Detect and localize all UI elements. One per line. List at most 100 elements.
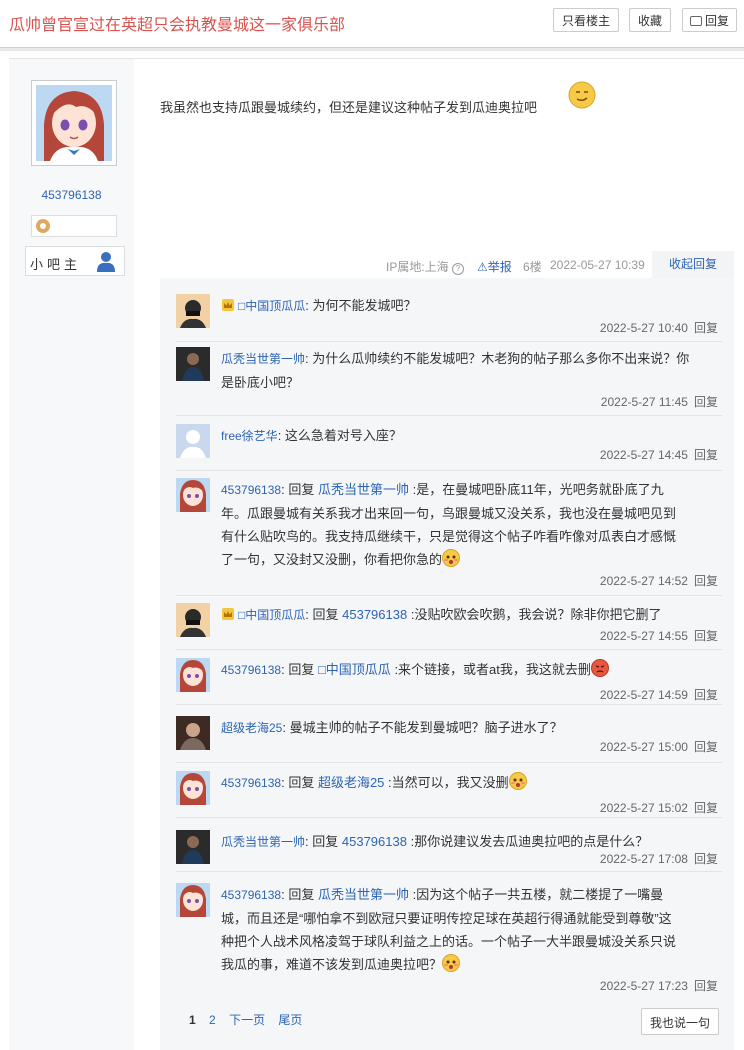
list-item: □中国顶瓜瓜: 回复 453796138 :没贴吹欧会吹鹅，我会说？除非你把它删… [176,603,722,649]
comment-username[interactable]: □中国顶瓜瓜 [238,608,305,622]
comment-username[interactable]: 453796138 [221,776,281,790]
reply-target[interactable]: 瓜秃当世第一帅 [318,482,409,497]
reply-target[interactable]: 瓜秃当世第一帅 [318,887,409,902]
reply-target[interactable]: 453796138 [342,834,407,849]
help-icon[interactable]: ? [452,263,465,275]
next-page-link[interactable]: 下一页 [229,1013,265,1027]
comment-text: 这么急着对号入座？ [284,428,402,443]
last-page-link[interactable]: 尾页 [278,1013,302,1027]
comment-body: 瓜秃当世第一帅: 为什么瓜帅续约不能发城吧？木老狗的帖子那么多你不出来说？你 是… [221,351,690,390]
comment-username[interactable]: 瓜秃当世第一帅 [221,352,305,366]
comment-username[interactable]: 453796138 [221,483,281,497]
comment-username[interactable]: 超级老海25 [221,721,282,735]
divider [176,649,722,650]
list-item: 453796138: 回复 瓜秃当世第一帅 :因为这个帖子一共五楼，就二楼提了一… [176,883,722,995]
collapse-replies-button[interactable]: 收起回复 [652,251,734,278]
comment-meta: 2022-5-27 10:40 回复 [600,319,718,336]
comment-text: 为何不能发城吧？ [312,298,417,313]
divider [176,762,722,763]
comment-reply-link[interactable]: 回复 [694,574,718,588]
comment-text: 年。瓜跟曼城有关系我才出来回一句，鸟跟曼城又没关系，我也没在曼城吧见到 [221,506,677,521]
comment-icon [689,16,702,26]
favorite-button[interactable]: 收藏 [629,8,671,32]
reply-target[interactable]: □中国顶瓜瓜 [318,662,391,677]
page-1[interactable]: 1 [189,1013,196,1027]
reply-word: 回复 [288,482,315,497]
comment-username[interactable]: 453796138 [221,888,281,902]
comment-reply-link[interactable]: 回复 [694,688,718,702]
avatar[interactable] [176,883,210,917]
comment-meta: 2022-5-27 14:45 回复 [600,446,718,463]
comment-reply-link[interactable]: 回复 [694,448,718,462]
comment-time: 2022-5-27 17:08 [599,852,688,866]
avatar[interactable] [176,294,210,328]
crown-icon [221,296,235,311]
divider [176,415,722,416]
avatar[interactable] [176,716,210,750]
comment-username[interactable]: free徐艺华 [221,429,278,443]
avatar[interactable] [176,347,210,381]
thread-title[interactable]: 瓜帅曾官宣过在英超只会执教曼城这一家俱乐部 [9,11,345,35]
list-item: 453796138: 回复 超级老海25 :当然可以，我又没删 2022-5-2… [176,771,722,817]
reply-button[interactable]: 回复 [682,8,737,32]
pagination: 1 2 下一页 尾页 [189,1011,312,1028]
comment-meta: 2022-5-27 14:55 回复 [600,627,718,644]
comment-reply-link[interactable]: 回复 [694,629,718,643]
comment-text: 了一句，又没封又没删，你看把你急的 [221,552,443,567]
post-text: 我虽然也支持瓜跟曼城续约，但还是建议这种帖子发到瓜迪奥拉吧 [160,100,538,115]
avatar[interactable] [176,603,210,637]
author-avatar[interactable] [31,80,117,166]
comment-reply-link[interactable]: 回复 [694,321,718,335]
only-op-button[interactable]: 只看楼主 [553,8,619,32]
comment-text: 有什么贴吹鸟的。我支持瓜继续干，只是觉得这个帖子咋看咋像对瓜表白才感慨 [221,529,677,544]
comment-time: 2022-5-27 10:40 [599,321,688,335]
list-item: free徐艺华: 这么急着对号入座？ 2022-5-27 14:45 回复 [176,424,722,472]
comment-meta: 2022-5-27 14:52 回复 [600,572,718,589]
avatar[interactable] [176,830,210,864]
comment-username[interactable]: 453796138 [221,663,281,677]
thread-header: 瓜帅曾官宣过在英超只会执教曼城这一家俱乐部 只看楼主 收藏 回复 [0,0,744,44]
list-item: 瓜秃当世第一帅: 为什么瓜帅续约不能发城吧？木老狗的帖子那么多你不出来说？你 是… [176,347,722,417]
avatar[interactable] [176,478,210,512]
comment-username[interactable]: 瓜秃当世第一帅 [221,835,305,849]
comment-text: 是卧底小吧？ [221,375,300,390]
comment-reply-link[interactable]: 回复 [694,979,718,993]
comment-meta: 2022-5-27 17:23 回复 [600,977,718,994]
author-level [31,215,117,237]
divider [176,704,722,705]
divider [176,470,722,471]
page-2[interactable]: 2 [209,1013,216,1027]
level-icon [36,219,50,233]
add-comment-button[interactable]: 我也说一句 [641,1008,719,1035]
comment-reply-link[interactable]: 回复 [694,395,718,409]
reply-target[interactable]: 453796138 [342,607,407,622]
avatar[interactable] [176,424,210,458]
comment-meta: 2022-5-27 15:02 回复 [600,799,718,816]
post-ip-label: IP属地:上海 [386,260,449,274]
comment-body: □中国顶瓜瓜: 为何不能发城吧？ [221,294,721,318]
comment-reply-link[interactable]: 回复 [694,740,718,754]
reply-word: 回复 [288,775,315,790]
reply-target[interactable]: 超级老海25 [318,775,384,790]
reply-button-label: 回复 [704,14,729,28]
post-ip: IP属地:上海 ? [386,258,465,275]
comment-reply-link[interactable]: 回复 [694,852,718,866]
comment-meta: 2022-5-27 14:59 回复 [600,686,718,703]
comment-time: 2022-5-27 14:45 [599,448,688,462]
comment-text: :那你说建议发去瓜迪奥拉吧的点是什么？ [410,834,649,849]
comment-text: 为什么瓜帅续约不能发城吧？木老狗的帖子那么多你不出来说？你 [312,351,690,366]
comment-reply-link[interactable]: 回复 [694,801,718,815]
floor-number: 6楼 [523,260,542,274]
comment-body: 453796138: 回复 超级老海25 :当然可以，我又没删 [221,771,721,795]
comment-meta: 2022-5-27 17:08 回复 [600,850,718,867]
comment-text: :来个链接，或者at我，我这就去删 [394,662,591,677]
author-username[interactable]: 453796138 [9,188,134,202]
comment-body: □中国顶瓜瓜: 回复 453796138 :没贴吹欧会吹鹅，我会说？除非你把它删… [221,603,721,627]
comment-username[interactable]: □中国顶瓜瓜 [238,299,305,313]
embarrassed-emoji-icon [442,954,461,972]
comment-text: 曼城主帅的帖子不能发到曼城吧？脑子进水了？ [289,720,563,735]
avatar[interactable] [176,658,210,692]
avatar[interactable] [176,771,210,805]
report-link[interactable]: ⚠举报 [477,258,512,275]
comment-body: free徐艺华: 这么急着对号入座？ [221,428,402,443]
